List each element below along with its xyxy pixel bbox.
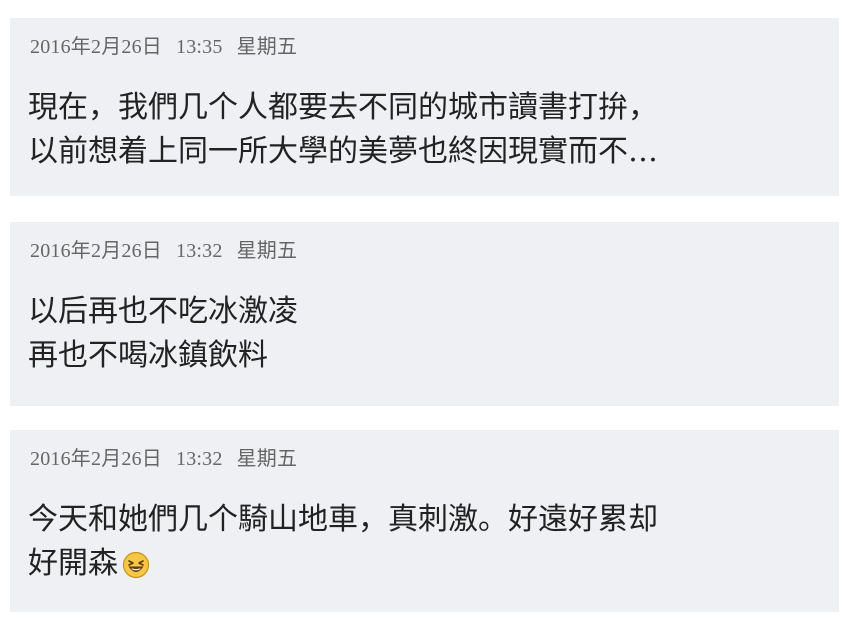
post-body-line: 今天和她們几个騎山地車，真刺激。好遠好累却	[28, 502, 658, 537]
post-body-line: 以后再也不吃冰激凌	[28, 294, 298, 329]
post-card-2[interactable]: 2016年2月26日 13:32 星期五 以后再也不吃冰激凌 再也不喝冰鎮飲料	[10, 222, 839, 406]
post-timestamp: 2016年2月26日 13:32 星期五	[30, 442, 311, 471]
post-date: 2016年2月26日	[30, 36, 162, 58]
post-body-line-text: 好開森	[28, 546, 118, 581]
post-timestamp: 2016年2月26日 13:32 星期五	[30, 234, 311, 263]
post-time: 13:32	[176, 240, 223, 262]
post-body-line: 再也不喝冰鎮飲料	[28, 338, 268, 373]
post-body: 現在，我們几个人都要去不同的城市讀書打拚， 以前想着上同一所大學的美夢也終因現實…	[28, 86, 658, 174]
post-timestamp: 2016年2月26日 13:35 星期五	[30, 30, 311, 59]
post-weekday: 星期五	[236, 448, 298, 470]
post-time: 13:32	[176, 448, 223, 470]
post-weekday: 星期五	[236, 36, 298, 58]
post-body-line: 現在，我們几个人都要去不同的城市讀書打拚，	[28, 90, 658, 125]
post-body-line: 好開森	[28, 542, 658, 586]
post-card-3[interactable]: 2016年2月26日 13:32 星期五 今天和她們几个騎山地車，真刺激。好遠好累却…	[10, 430, 839, 612]
post-body-line: 以前想着上同一所大學的美夢也終因現實而不…	[28, 134, 658, 169]
laughing-face-icon	[122, 548, 150, 579]
post-date: 2016年2月26日	[30, 240, 162, 262]
post-card-1[interactable]: 2016年2月26日 13:35 星期五 現在，我們几个人都要去不同的城市讀書打拚，…	[10, 18, 839, 196]
post-weekday: 星期五	[236, 240, 298, 262]
post-time: 13:35	[176, 36, 223, 58]
post-body: 以后再也不吃冰激凌 再也不喝冰鎮飲料	[28, 290, 298, 378]
post-date: 2016年2月26日	[30, 448, 162, 470]
post-body: 今天和她們几个騎山地車，真刺激。好遠好累却 好開森	[28, 498, 658, 586]
